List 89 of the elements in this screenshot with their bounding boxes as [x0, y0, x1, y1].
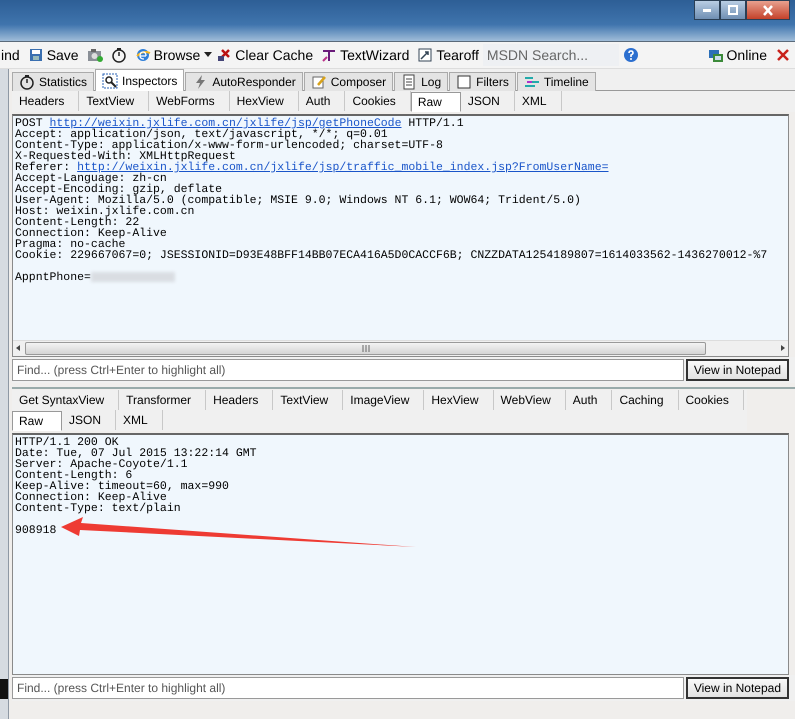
panel-handle[interactable]	[0, 679, 8, 699]
tab[interactable]: XML	[116, 410, 163, 430]
tab[interactable]: WebView	[494, 390, 566, 410]
view-in-notepad-button[interactable]: View in Notepad	[686, 358, 789, 380]
text-line: Content-Length: 6	[15, 470, 132, 480]
view-in-notepad-button[interactable]: View in Notepad	[686, 677, 789, 699]
toolbar-button[interactable]: Online	[704, 47, 771, 63]
toolbar-button[interactable]: Clear Cache	[212, 47, 318, 63]
find-field[interactable]: Find... (press Ctrl+Enter to highlight all)	[12, 677, 684, 699]
tab[interactable]: ImageView	[343, 390, 424, 410]
tab[interactable]: Composer	[304, 72, 394, 92]
toolbar-button[interactable]: Browse	[130, 47, 204, 63]
tab[interactable]: Inspectors	[95, 69, 184, 92]
tab[interactable]: Caching	[612, 390, 678, 410]
tab[interactable]: Get SyntaxView	[12, 390, 120, 410]
text-line: Content-Type: text/plain	[15, 502, 182, 514]
text-line-with-link: POST http://weixin.jxlife.com.cn/jxlife/jsp/getPhoneCode HTTP/1.1	[15, 118, 465, 129]
url-link[interactable]: http://weixin.jxlife.com.cn/jxlife/jsp/getPhoneCode	[50, 117, 402, 130]
text-line: Accept-Language: zh-cn	[15, 173, 167, 184]
tab[interactable]: Cookies	[678, 390, 744, 410]
horizontal-scrollbar[interactable]	[13, 340, 788, 356]
toolbar-button[interactable]: Tearoff	[413, 47, 483, 63]
letter-t-icon	[321, 47, 338, 63]
document-icon	[401, 74, 418, 90]
tab[interactable]: Log	[394, 72, 448, 92]
toolbar-button[interactable]: Save	[24, 47, 83, 63]
find-button[interactable]: ind	[0, 47, 24, 63]
text-line: Server: Apache-Coyote/1.1	[15, 458, 189, 470]
text-line: User-Agent: Mozilla/5.0 (compatible; MSIE 9.0; Windows NT 6.1; WOW64; Trident/5.0)	[15, 195, 582, 206]
network-icon	[708, 47, 724, 63]
tab[interactable]: JSON	[62, 410, 116, 430]
text-line: Connection: Keep-Alive	[15, 492, 167, 502]
scrollbar-thumb[interactable]	[25, 342, 706, 354]
tab[interactable]: Statistics	[12, 72, 94, 92]
text-line: AppntPhone=	[15, 272, 786, 283]
tab[interactable]: Filters	[449, 72, 516, 92]
tab[interactable]: JSON	[460, 91, 515, 111]
maximize-icon	[728, 5, 738, 15]
tab[interactable]: Auth	[566, 390, 612, 410]
tab[interactable]: Raw	[12, 410, 62, 430]
text-line-with-link: Referer: http://weixin.jxlife.com.cn/jxlife/jsp/traffic_mobile_index.jsp?FromUserName=	[15, 162, 610, 173]
minimize-icon	[703, 8, 711, 12]
save-icon	[28, 47, 44, 63]
camera-icon	[86, 47, 103, 63]
close-icon	[763, 4, 773, 16]
text-line: Connection: Keep-Alive	[15, 228, 168, 239]
text-line: Keep-Alive: timeout=60, max=990	[15, 480, 230, 492]
tab[interactable]: TextView	[273, 390, 344, 410]
caret-icon[interactable]	[204, 52, 212, 58]
timeline-icon	[524, 74, 540, 90]
text-line: Host: weixin.jxlife.com.cn	[15, 206, 194, 217]
maximize-button[interactable]	[720, 0, 746, 20]
help-icon	[622, 47, 639, 63]
tab[interactable]: Headers	[12, 91, 80, 111]
tab[interactable]: Raw	[410, 92, 461, 112]
close-button[interactable]	[746, 0, 790, 20]
stopwatch-icon	[110, 47, 127, 63]
text-line: Pragma: no-cache	[15, 239, 126, 250]
search-field[interactable]: MSDN Search...	[482, 44, 619, 66]
text-line: Date: Tue, 07 Jul 2015 13:22:14 GMT	[15, 448, 258, 458]
toolbar-button[interactable]: TextWizard	[317, 47, 414, 63]
grip-icon	[362, 344, 370, 352]
minimize-button[interactable]	[694, 0, 720, 20]
tab[interactable]: Timeline	[516, 72, 596, 92]
text-line: HTTP/1.1 200 OK	[15, 436, 119, 448]
tab[interactable]: AutoResponder	[185, 72, 303, 92]
tab[interactable]: HexView	[424, 390, 494, 410]
tab[interactable]: TextView	[79, 91, 150, 111]
text-line: X-Requested-With: XMLHttpRequest	[15, 151, 236, 162]
tab[interactable]: Headers	[206, 390, 274, 410]
url-link[interactable]: http://weixin.jxlife.com.cn/jxlife/jsp/traffic_mobile_index.jsp?FromUserName=	[77, 161, 609, 174]
text-line: Content-Type: application/x-www-form-urlencoded; charset=UTF-8	[15, 140, 444, 151]
text-line: Cookie: 229667067=0; JSESSIONID=D93E48BFF14BB07ECA416A5D0CACCF6B; CNZZDATA1254189807=1614033562-1436270012-%7	[15, 250, 768, 261]
tab[interactable]: XML	[514, 91, 562, 111]
tab[interactable]: WebForms	[149, 91, 230, 111]
close-icon	[775, 47, 791, 63]
tab[interactable]: HexView	[230, 91, 299, 111]
text-line: Accept: application/json, text/javascript, */*; q=0.01	[15, 129, 388, 140]
checkbox-icon	[456, 74, 472, 90]
magnifier-icon	[102, 72, 118, 88]
text-line: Accept-Encoding: gzip, deflate	[15, 184, 222, 195]
find-field[interactable]: Find... (press Ctrl+Enter to highlight all)	[12, 358, 684, 380]
text-line: 908918	[15, 524, 58, 536]
globe-icon	[134, 47, 151, 63]
text-line: Content-Length: 22	[15, 217, 140, 228]
tab[interactable]: Transformer	[119, 390, 206, 410]
stopwatch-icon	[19, 74, 35, 90]
pencil-icon	[310, 74, 327, 90]
tab[interactable]: Auth	[298, 91, 346, 111]
